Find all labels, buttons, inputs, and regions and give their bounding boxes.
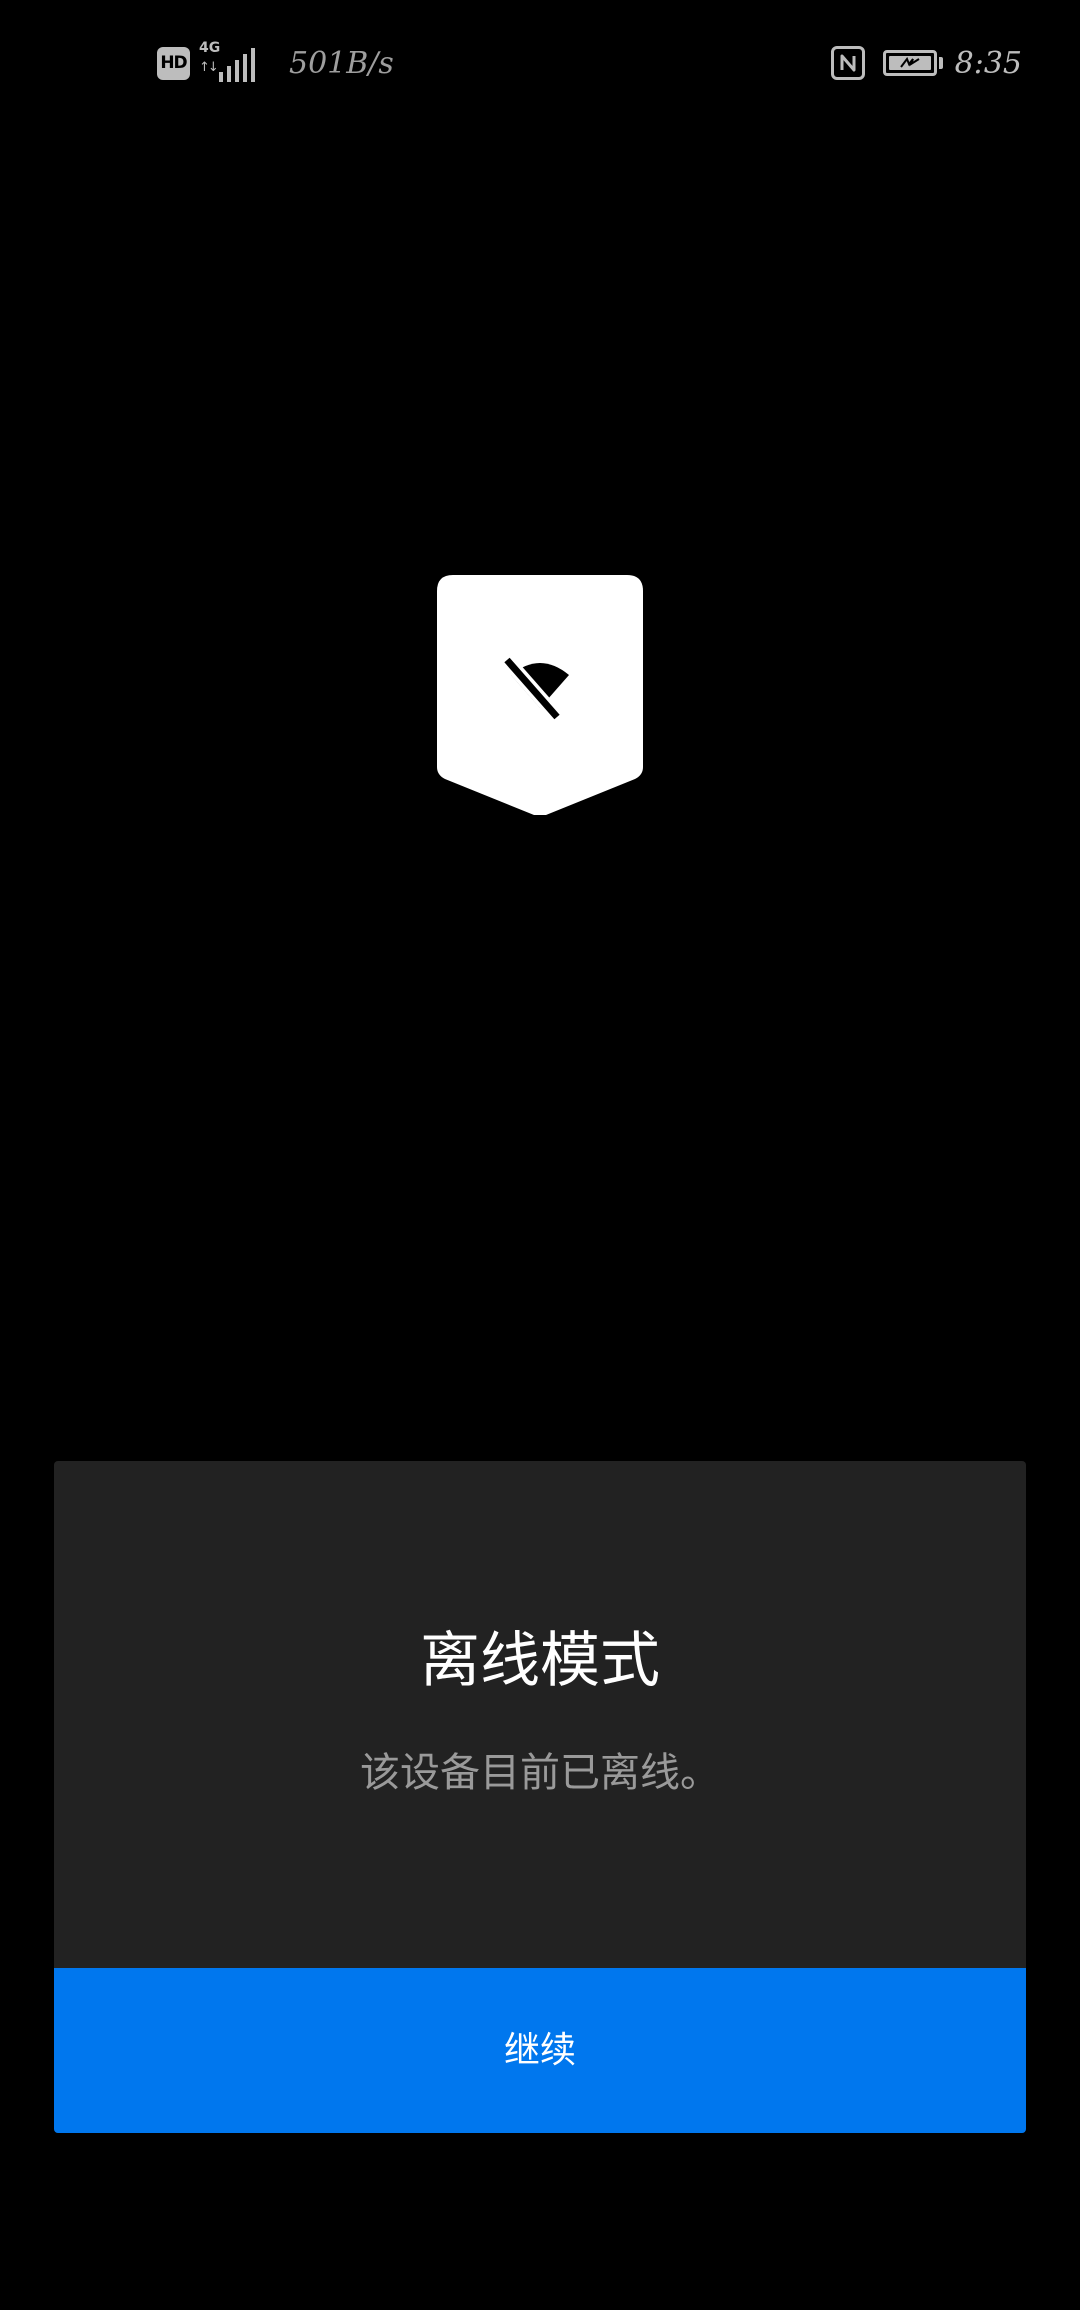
status-bar-left: HD 4G ↑↓ 501B/s (157, 40, 394, 86)
cell-signal-icon: 4G ↑↓ (199, 40, 257, 82)
wifi-off-icon (437, 575, 643, 815)
signal-bars (219, 48, 255, 82)
dialog-message: 该设备目前已离线。 (360, 1750, 720, 1796)
nfc-icon (830, 46, 865, 80)
clock: 8:35 (954, 45, 1022, 81)
hd-icon: HD (157, 46, 190, 80)
dialog-title: 离线模式 (420, 1626, 660, 1696)
data-activity-icon: ↑↓ (199, 60, 219, 75)
network-type-label: 4G (199, 40, 221, 56)
offline-dialog: 离线模式 该设备目前已离线。 继续 (54, 1461, 1026, 2133)
status-bar-right: 8:35 (830, 40, 1022, 86)
status-bar: HD 4G ↑↓ 501B/s 8:35 (0, 0, 1080, 126)
network-speed: 501B/s (289, 45, 394, 81)
battery-charging-icon (882, 50, 943, 76)
offline-badge (437, 575, 643, 815)
continue-button[interactable]: 继续 (54, 1968, 1026, 2133)
